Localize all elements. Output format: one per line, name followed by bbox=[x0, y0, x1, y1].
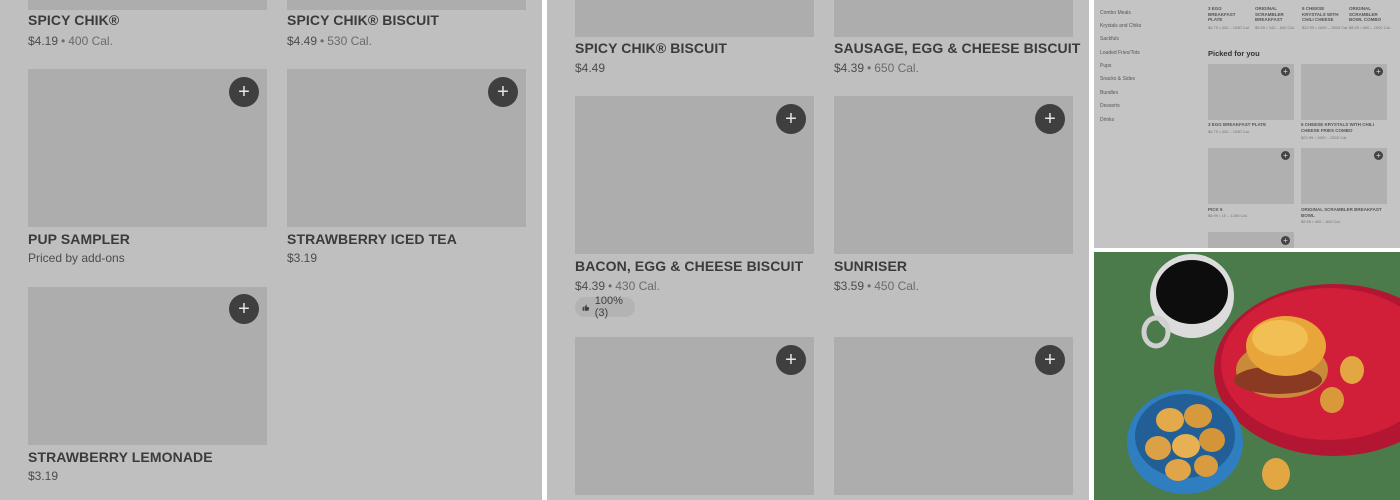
plus-icon: + bbox=[785, 349, 797, 371]
plus-icon: + bbox=[1376, 150, 1381, 160]
item-calories: 430 Cal. bbox=[615, 279, 660, 293]
item-image[interactable] bbox=[834, 0, 1073, 37]
plus-icon: + bbox=[1283, 66, 1288, 76]
mini-item-meta: $6.79 • 440 – 1050 Cal. bbox=[1208, 129, 1250, 134]
item-price-line: $4.39 • 650 Cal. bbox=[834, 61, 919, 75]
item-price: $3.19 bbox=[28, 469, 59, 483]
mini-item-name: 5 CHEESE KRYSTALS WITH CHILI CHEESE FRIE… bbox=[1301, 122, 1375, 133]
plus-icon: + bbox=[785, 108, 797, 130]
mini-item-meta: $8.39 • 560 – 1000 Cal. bbox=[1349, 25, 1391, 30]
item-price: $3.19 bbox=[287, 251, 318, 265]
item-price: Priced by add-ons bbox=[28, 251, 125, 265]
add-to-cart-button[interactable]: + bbox=[1035, 345, 1065, 375]
item-price-line: $3.59 • 450 Cal. bbox=[834, 279, 919, 293]
item-name: SAUSAGE, EGG & CHEESE BISCUIT bbox=[834, 40, 1081, 56]
mini-item-name: 3 EGG BREAKFAST PLATE bbox=[1208, 122, 1267, 127]
item-price: $4.39 bbox=[575, 279, 606, 293]
item-name: BACON, EGG & CHEESE BISCUIT bbox=[575, 258, 804, 274]
rating-badge: 100% (3) bbox=[575, 295, 636, 319]
plus-icon: + bbox=[238, 298, 250, 320]
add-to-cart-button[interactable]: + bbox=[1281, 67, 1290, 76]
item-price: $4.19 bbox=[28, 34, 59, 48]
add-to-cart-button[interactable]: + bbox=[1281, 236, 1290, 245]
item-image[interactable] bbox=[28, 0, 267, 10]
section-heading: Picked for you bbox=[1208, 49, 1260, 58]
mini-item-name: ORIGINAL SCRAMBLER BOWL COMBO bbox=[1349, 6, 1382, 22]
item-calories: 400 Cal. bbox=[68, 34, 113, 48]
item-price: $3.59 bbox=[834, 279, 865, 293]
mini-item-meta: $22.99 • 1690 – 2500 Cal. bbox=[1301, 135, 1348, 140]
sidebar-item-snacks-sides[interactable]: Snacks & Sides bbox=[1100, 76, 1135, 82]
sidebar-item-bundles[interactable]: Bundles bbox=[1100, 90, 1118, 96]
rating-text: 100% (3) bbox=[594, 295, 623, 319]
sidebar-item-pups[interactable]: Pups bbox=[1100, 63, 1111, 69]
thumbs-up-icon bbox=[582, 304, 590, 311]
item-calories: 530 Cal. bbox=[327, 34, 372, 48]
mini-item-meta: $6.79 • 440 – 1050 Cal. bbox=[1208, 25, 1250, 30]
add-to-cart-button[interactable]: + bbox=[229, 294, 259, 324]
plus-icon: + bbox=[1283, 150, 1288, 160]
add-to-cart-button[interactable]: + bbox=[1374, 67, 1383, 76]
sidebar-item-loaded-fries-tots[interactable]: Loaded Fries/Tots bbox=[1100, 50, 1140, 56]
item-name: SPICY CHIK® bbox=[28, 12, 120, 28]
item-name: STRAWBERRY ICED TEA bbox=[287, 231, 457, 247]
item-image[interactable] bbox=[287, 0, 526, 10]
plus-icon: + bbox=[238, 81, 250, 103]
sidebar-item-sackfuls[interactable]: Sackfuls bbox=[1100, 36, 1119, 42]
menu-panel-middle: SPICY CHIK® BISCUIT $4.49 SAUSAGE, EGG &… bbox=[547, 0, 1089, 500]
mini-item-name: ORIGINAL SCRAMBLER BREAKFAST bbox=[1255, 6, 1284, 22]
add-to-cart-button[interactable]: + bbox=[229, 77, 259, 107]
sidebar-item-drinks[interactable]: Drinks bbox=[1100, 117, 1114, 123]
mini-item-meta: $8.99 • 10 – 1250 Cal. bbox=[1208, 213, 1248, 218]
menu-panel-left: SPICY CHIK® $4.19 • 400 Cal. SPICY CHIK® B… bbox=[0, 0, 542, 500]
add-to-cart-button[interactable]: + bbox=[776, 345, 806, 375]
mini-item-meta: $5.59 • 340 – 840 Cal. bbox=[1255, 25, 1295, 30]
sidebar-item-desserts[interactable]: Desserts bbox=[1100, 103, 1120, 109]
food-photo bbox=[1094, 252, 1400, 500]
item-name: SPICY CHIK® BISCUIT bbox=[575, 40, 727, 56]
add-to-cart-button[interactable]: + bbox=[1374, 151, 1383, 160]
item-price-line: $4.19 • 400 Cal. bbox=[28, 34, 113, 48]
item-price: $4.39 bbox=[834, 61, 865, 75]
mini-item-meta: $22.99 • 1690 – 2500 Cal. bbox=[1302, 25, 1349, 30]
plus-icon: + bbox=[1044, 349, 1056, 371]
item-image[interactable] bbox=[575, 0, 814, 37]
sidebar-item-combo-meals[interactable]: Combo Meals bbox=[1100, 10, 1131, 16]
item-calories: 650 Cal. bbox=[874, 61, 919, 75]
mini-item-name: PICK 5 bbox=[1208, 207, 1223, 212]
mini-item-name: 5 CHEESE KRYSTALS WITH CHILI CHEESE bbox=[1302, 6, 1339, 22]
add-to-cart-button[interactable]: + bbox=[488, 77, 518, 107]
mini-item-name: ORIGINAL SCRAMBLER BREAKFAST BOWL bbox=[1301, 207, 1382, 218]
add-to-cart-button[interactable]: + bbox=[776, 104, 806, 134]
plus-icon: + bbox=[1283, 235, 1288, 245]
item-name: STRAWBERRY LEMONADE bbox=[28, 449, 213, 465]
plus-icon: + bbox=[1044, 108, 1056, 130]
plus-icon: + bbox=[1376, 66, 1381, 76]
mini-item-name: 3 EGG BREAKFAST PLATE bbox=[1208, 6, 1236, 22]
item-calories: 450 Cal. bbox=[874, 279, 919, 293]
mini-item-meta: $5.59 • 400 – 840 Cal. bbox=[1301, 219, 1341, 224]
item-name: SPICY CHIK® BISCUIT bbox=[287, 12, 439, 28]
item-price: $4.49 bbox=[287, 34, 318, 48]
add-to-cart-button[interactable]: + bbox=[1035, 104, 1065, 134]
breakfast-photo bbox=[1094, 252, 1400, 500]
item-name: SUNRISER bbox=[834, 258, 908, 274]
item-price-line: $4.39 • 430 Cal. bbox=[575, 279, 660, 293]
add-to-cart-button[interactable]: + bbox=[1281, 151, 1290, 160]
plus-icon: + bbox=[497, 81, 509, 103]
item-price: $4.49 bbox=[575, 61, 606, 75]
item-price-line: $4.49 • 530 Cal. bbox=[287, 34, 372, 48]
item-name: PUP SAMPLER bbox=[28, 231, 130, 247]
sidebar-item-krystals-and-chiks[interactable]: Krystals and Chiks bbox=[1100, 23, 1141, 29]
mini-menu-page: Combo Meals Krystals and Chiks Sackfuls … bbox=[1094, 0, 1400, 248]
